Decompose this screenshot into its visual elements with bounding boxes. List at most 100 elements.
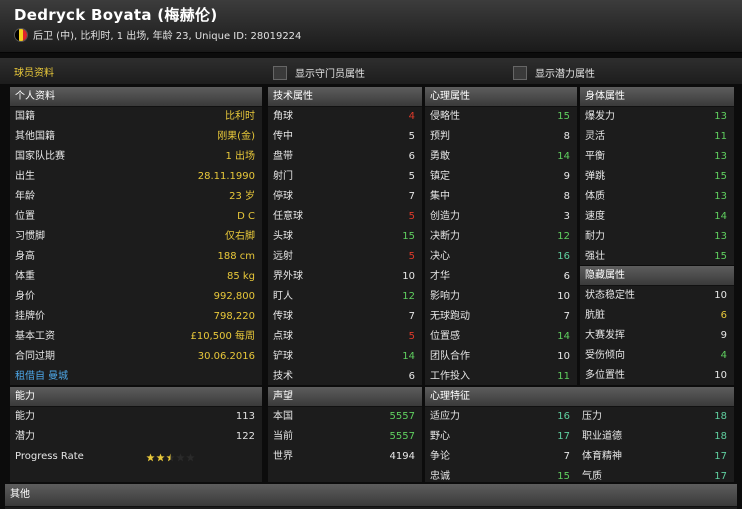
technical-attribute-row: 点球 5: [268, 327, 422, 347]
technical-attribute-value: 5: [408, 251, 415, 262]
hidden-attribute-row: 大赛发挥 9: [580, 326, 734, 346]
personal-info-row: 年龄 23 岁: [10, 187, 262, 207]
tab-player-profile[interactable]: 球员资料: [14, 64, 54, 79]
mental-attribute-label: 决断力: [430, 231, 460, 242]
technical-attribute-label: 传中: [273, 131, 293, 142]
physical-attribute-row: 体质 13: [580, 187, 734, 207]
technical-attribute-label: 点球: [273, 331, 293, 342]
technical-attribute-value: 6: [408, 371, 415, 382]
mental-attribute-label: 勇敢: [430, 151, 450, 162]
hidden-attribute-label: 状态稳定性: [585, 290, 635, 301]
mental-trait-value: 16: [557, 411, 570, 422]
mental-attribute-label: 镇定: [430, 171, 450, 182]
checkbox-box-icon[interactable]: [273, 65, 287, 80]
hidden-attribute-value: 4: [720, 350, 727, 361]
reputation-label: 本国: [273, 411, 293, 422]
ability-row: 潜力 122: [10, 427, 262, 447]
mental-attribute-label: 决心: [430, 251, 450, 262]
physical-attribute-row: 灵活 11: [580, 127, 734, 147]
hidden-attributes-header: 隐藏属性: [580, 266, 734, 286]
personal-info-label: 年龄: [15, 191, 35, 202]
other-header: 其他: [5, 484, 737, 507]
technical-attribute-row: 盯人 12: [268, 287, 422, 307]
reputation-row: 当前 5557: [268, 427, 422, 447]
physical-attribute-label: 爆发力: [585, 111, 615, 122]
technical-attribute-label: 铲球: [273, 351, 293, 362]
personal-info-value: 992,800: [213, 291, 255, 302]
ability-label: 潜力: [15, 431, 35, 442]
technical-attribute-row: 铲球 14: [268, 347, 422, 367]
physical-attribute-row: 平衡 13: [580, 147, 734, 167]
physical-attribute-value: 15: [714, 171, 727, 182]
physical-attribute-value: 13: [714, 191, 727, 202]
technical-attribute-row: 界外球 10: [268, 267, 422, 287]
personal-info-value: 1 出场: [225, 151, 255, 162]
personal-info-row: 出生 28.11.1990: [10, 167, 262, 187]
player-subtitle: 后卫 (中), 比利时, 1 出场, 年龄 23, Unique ID: 280…: [14, 27, 301, 42]
mental-attribute-value: 14: [557, 331, 570, 342]
physical-attribute-value: 15: [714, 251, 727, 262]
personal-info-value: £10,500 每周: [190, 331, 255, 342]
mental-attribute-label: 位置感: [430, 331, 460, 342]
reputation-value: 4194: [389, 451, 415, 462]
personal-info-label: 出生: [15, 171, 35, 182]
technical-attribute-value: 5: [408, 171, 415, 182]
personal-info-value: 比利时: [225, 111, 255, 122]
mental-attribute-value: 9: [563, 171, 570, 182]
personal-info-row: 体重 85 kg: [10, 267, 262, 287]
technical-attribute-row: 传中 5: [268, 127, 422, 147]
personal-info-panel: 个人资料 国籍 比利时 其他国籍 刚果(金) 国家队比赛 1 出场 出生 28.11.1990…: [10, 87, 262, 385]
progress-rate-stars: [146, 452, 195, 462]
progress-rate-row: Progress Rate: [10, 447, 262, 467]
mental-attribute-value: 16: [557, 251, 570, 262]
show-goalkeeper-attributes-checkbox[interactable]: 显示守门员属性: [273, 65, 365, 80]
physical-attribute-label: 速度: [585, 211, 605, 222]
personal-info-row: 国家队比赛 1 出场: [10, 147, 262, 167]
physical-attribute-row: 强壮 15: [580, 247, 734, 267]
mental-trait-value: 17: [557, 431, 570, 442]
technical-attribute-label: 界外球: [273, 271, 303, 282]
mental-attribute-value: 8: [563, 131, 570, 142]
technical-attribute-value: 12: [402, 291, 415, 302]
ability-panel: 能力 能力 113 潜力 122 Progress Rate: [10, 387, 262, 482]
mental-attribute-value: 3: [563, 211, 570, 222]
mental-trait-row: 体育精神 17: [577, 447, 734, 467]
ability-header: 能力: [10, 387, 262, 407]
hidden-attribute-value: 6: [720, 310, 727, 321]
physical-attribute-row: 弹跳 15: [580, 167, 734, 187]
physical-attribute-value: 13: [714, 111, 727, 122]
technical-attribute-value: 6: [408, 151, 415, 162]
mental-attribute-row: 工作投入 11: [425, 367, 577, 387]
mental-attribute-label: 预判: [430, 131, 450, 142]
technical-attribute-label: 任意球: [273, 211, 303, 222]
mental-trait-label: 职业道德: [582, 431, 622, 442]
mental-attribute-value: 8: [563, 191, 570, 202]
mental-attribute-row: 位置感 14: [425, 327, 577, 347]
personal-info-label: 国籍: [15, 111, 35, 122]
reputation-value: 5557: [389, 411, 415, 422]
mental-attribute-row: 集中 8: [425, 187, 577, 207]
player-summary: 后卫 (中), 比利时, 1 出场, 年龄 23, Unique ID: 280…: [33, 31, 302, 42]
technical-attribute-value: 5: [408, 131, 415, 142]
checkbox-box-icon[interactable]: [513, 65, 527, 80]
mental-attributes-list: 侵略性 15 预判 8 勇敢 14 镇定 9 集中 8 创造力 3 决断力 12 决心 16 才华 6 影响力 10 无…: [425, 107, 577, 387]
technical-attribute-value: 14: [402, 351, 415, 362]
star-icon: [186, 452, 195, 461]
technical-attribute-value: 5: [408, 211, 415, 222]
hidden-attribute-label: 大赛发挥: [585, 330, 625, 341]
loan-from-link[interactable]: 租借自 曼城: [15, 367, 68, 387]
mental-trait-value: 7: [563, 451, 570, 462]
mental-attribute-label: 才华: [430, 271, 450, 282]
personal-info-label: 国家队比赛: [15, 151, 65, 162]
technical-attribute-label: 传球: [273, 311, 293, 322]
mental-trait-row: 适应力 16: [425, 407, 577, 427]
hidden-attribute-value: 10: [714, 370, 727, 381]
mental-traits-header: 心理特征: [425, 387, 734, 407]
physical-attribute-label: 平衡: [585, 151, 605, 162]
technical-attribute-label: 停球: [273, 191, 293, 202]
mental-attribute-label: 团队合作: [430, 351, 470, 362]
mental-trait-value: 18: [714, 431, 727, 442]
personal-info-value: 188 cm: [217, 251, 255, 262]
show-potential-attributes-checkbox[interactable]: 显示潜力属性: [513, 65, 595, 80]
mental-attribute-value: 7: [563, 311, 570, 322]
